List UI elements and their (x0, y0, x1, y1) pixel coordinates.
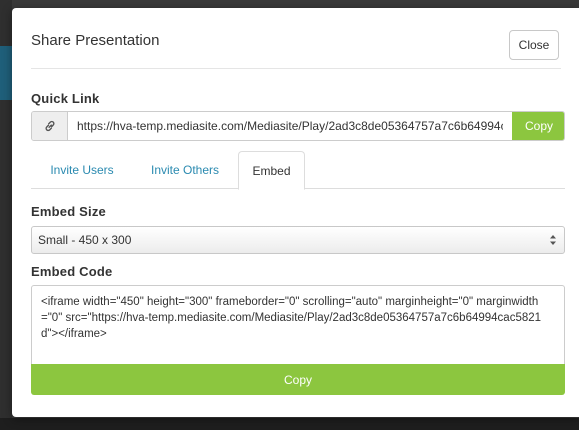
background-footer (0, 418, 579, 430)
close-button[interactable]: Close (509, 30, 559, 60)
select-arrows-icon (550, 235, 556, 245)
tab-embed[interactable]: Embed (238, 151, 305, 190)
dialog-title: Share Presentation (31, 32, 160, 49)
dialog-header: Share Presentation Close (12, 8, 579, 68)
share-dialog: Share Presentation Close Quick Link Copy… (12, 8, 579, 417)
tab-invite-users[interactable]: Invite Users (31, 151, 133, 189)
link-icon (32, 112, 68, 140)
copy-embed-button[interactable]: Copy (31, 364, 565, 395)
embed-code-label: Embed Code (31, 264, 113, 279)
link-icon-glyph (45, 120, 54, 132)
quick-link-group: Copy (31, 111, 565, 141)
embed-size-select[interactable]: Small - 450 x 300 (31, 226, 565, 254)
embed-code-textarea[interactable]: <iframe width="450" height="300" framebo… (31, 285, 565, 365)
copy-link-button[interactable]: Copy (512, 112, 564, 140)
embed-size-label: Embed Size (31, 204, 106, 219)
tab-invite-others[interactable]: Invite Others (133, 151, 237, 189)
header-divider (31, 68, 561, 69)
quick-link-label: Quick Link (31, 91, 100, 106)
background-sidebar-tab (0, 46, 12, 100)
share-tabs: Invite Users Invite Others Embed (31, 151, 565, 190)
quick-link-input[interactable] (69, 112, 511, 140)
embed-size-value: Small - 450 x 300 (38, 233, 132, 247)
